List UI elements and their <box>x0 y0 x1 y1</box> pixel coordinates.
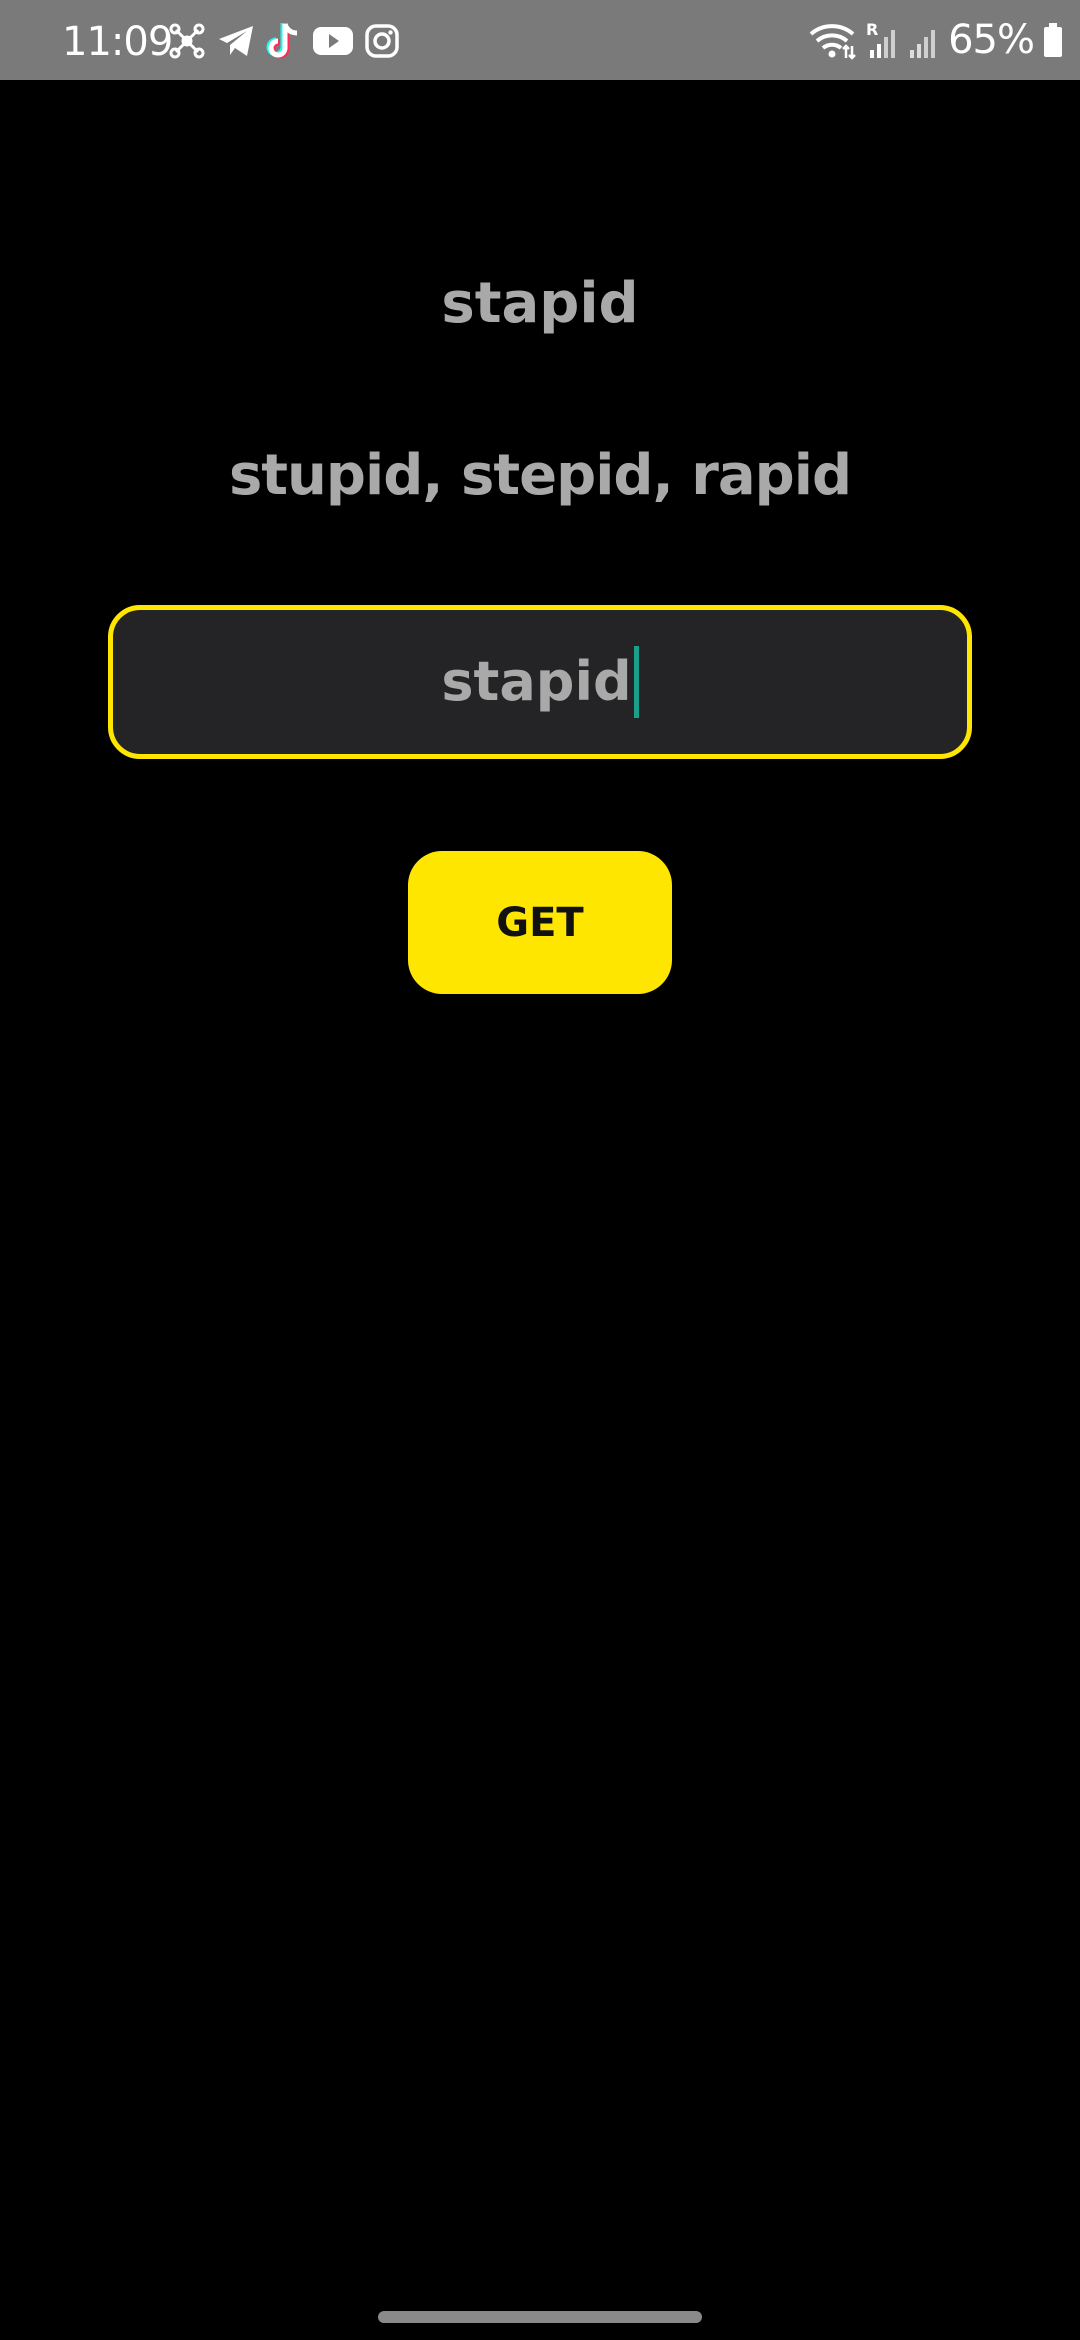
status-bar: 11:09 R 65% <box>0 0 1080 80</box>
word-input-value: stapid <box>441 650 632 713</box>
youtube-icon <box>313 27 353 55</box>
word-input[interactable]: stapid <box>108 605 972 759</box>
network-hub-icon <box>169 23 205 59</box>
notification-icons <box>168 20 400 62</box>
wifi-icon <box>809 24 856 60</box>
get-button[interactable]: GET <box>408 851 672 994</box>
telegram-icon <box>219 26 253 56</box>
suggestions-text: stupid, stepid, rapid <box>228 443 852 508</box>
signal-icon <box>910 30 936 58</box>
system-icons: R 65% <box>808 18 1064 62</box>
signal-roaming-icon: R <box>866 20 896 58</box>
instagram-icon <box>365 24 399 58</box>
home-indicator[interactable] <box>378 2311 702 2323</box>
status-time: 11:09 <box>62 19 173 65</box>
battery-icon <box>1044 23 1062 57</box>
text-caret <box>633 646 639 718</box>
roaming-label: R <box>866 20 878 39</box>
word-title: stapid <box>441 271 639 336</box>
battery-percent: 65% <box>948 17 1035 63</box>
tiktok-icon <box>266 23 298 59</box>
